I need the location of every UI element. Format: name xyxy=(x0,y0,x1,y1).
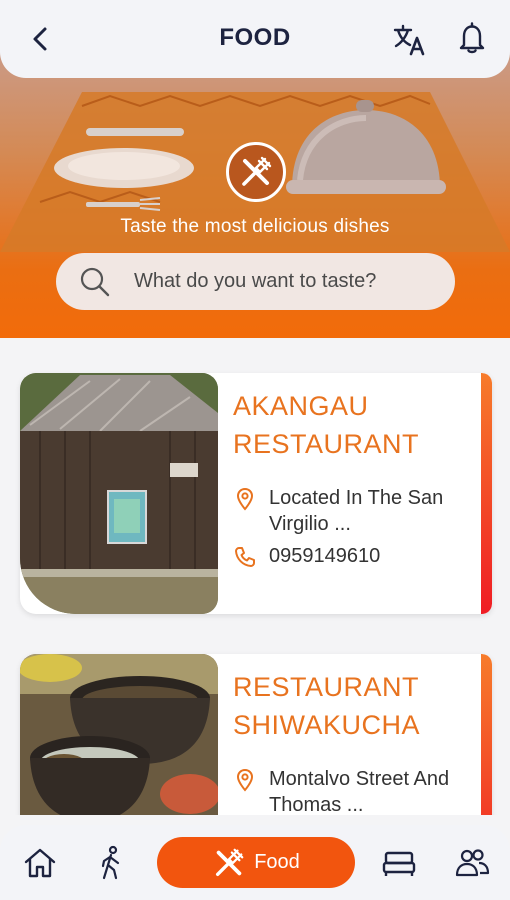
location-pin-icon xyxy=(236,768,254,792)
search-input[interactable] xyxy=(134,270,434,293)
nav-food-tab[interactable]: Food xyxy=(157,837,355,888)
restaurant-photo xyxy=(20,373,218,614)
card-accent-bar xyxy=(481,373,492,614)
bed-icon[interactable] xyxy=(381,845,417,881)
search-icon xyxy=(80,267,110,296)
restaurant-name: RESTAURANT SHIWAKUCHA xyxy=(233,672,421,740)
nav-food-label: Food xyxy=(254,851,300,873)
restaurant-phone[interactable]: 0959149610 xyxy=(269,543,469,569)
phone-row[interactable]: 0959149610 xyxy=(233,543,469,569)
search-bar[interactable] xyxy=(56,253,455,310)
location-pin-icon xyxy=(236,487,254,511)
address-row: Located In The San Virgilio ... xyxy=(233,485,469,537)
cutlery-logo-icon xyxy=(226,142,286,202)
address-row: Montalvo Street And Thomas ... xyxy=(233,766,469,815)
restaurant-card[interactable]: AKANGAU RESTAURANT Located In The San Vi… xyxy=(20,373,492,614)
translate-icon[interactable] xyxy=(392,22,428,58)
hero-tagline: Taste the most delicious dishes xyxy=(120,216,390,237)
card-accent-bar xyxy=(481,654,492,815)
restaurant-list[interactable]: AKANGAU RESTAURANT Located In The San Vi… xyxy=(0,338,510,815)
restaurant-address: Montalvo Street And Thomas ... xyxy=(269,768,450,815)
bottom-navigation: Food xyxy=(0,825,510,900)
page-title: FOOD xyxy=(219,24,291,51)
home-icon[interactable] xyxy=(22,845,58,881)
cutlery-icon xyxy=(216,848,244,876)
bell-icon[interactable] xyxy=(456,21,488,55)
top-app-bar: FOOD xyxy=(0,0,510,78)
restaurant-photo xyxy=(20,654,218,815)
restaurant-address: Located In The San Virgilio ... xyxy=(269,487,444,535)
walking-icon[interactable] xyxy=(94,845,130,881)
phone-icon xyxy=(235,547,255,567)
restaurant-card[interactable]: RESTAURANT SHIWAKUCHA Montalvo Street An… xyxy=(20,654,492,815)
people-icon[interactable] xyxy=(454,845,490,881)
restaurant-name: AKANGAU RESTAURANT xyxy=(233,391,420,459)
